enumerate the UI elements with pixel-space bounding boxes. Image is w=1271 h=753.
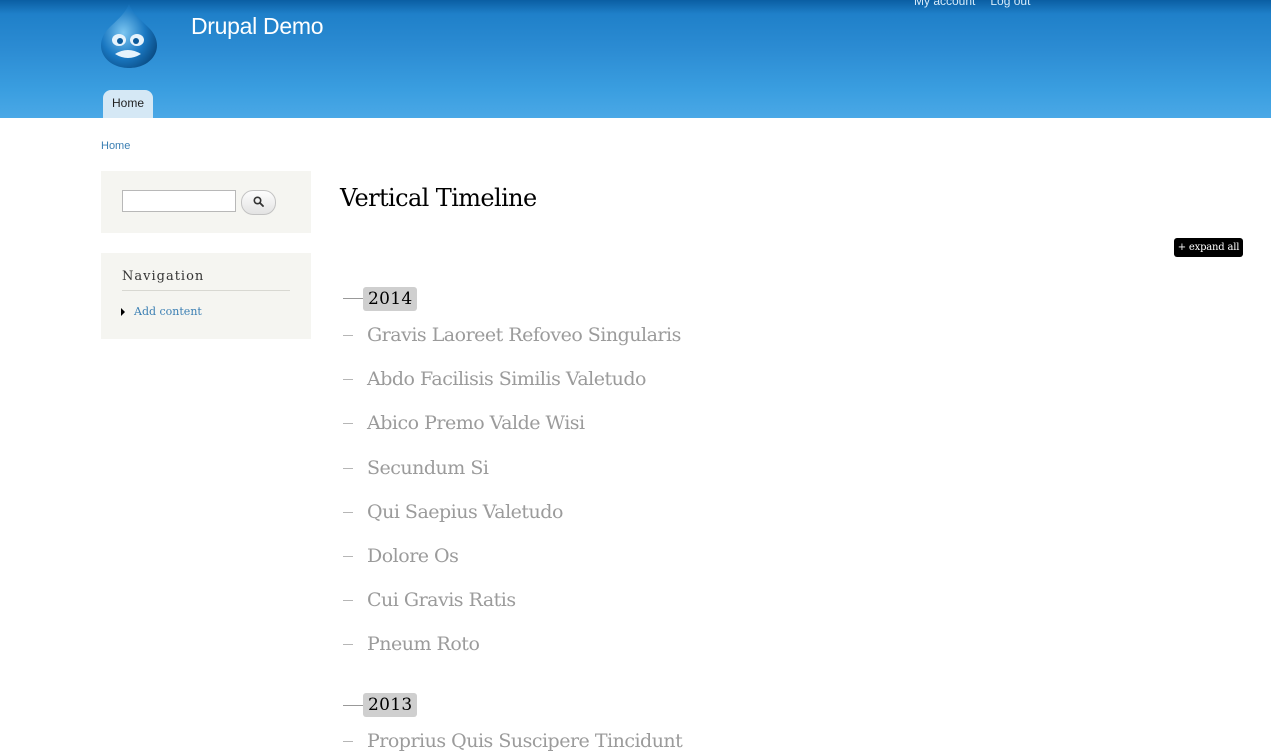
search-button[interactable] <box>241 190 276 215</box>
timeline-dash <box>343 511 353 513</box>
search-block <box>101 171 311 233</box>
my-account-link[interactable]: My account <box>914 0 975 8</box>
timeline-item[interactable]: Qui Saepius Valetudo <box>343 501 563 523</box>
secondary-menu: My account Log out <box>914 0 1030 8</box>
timeline-item[interactable]: Abdo Facilisis Similis Valetudo <box>343 368 646 390</box>
triangle-right-icon <box>121 307 125 316</box>
timeline-item-title: Dolore Os <box>367 545 459 567</box>
search-icon <box>253 196 264 207</box>
log-out-link[interactable]: Log out <box>990 0 1030 8</box>
timeline-dash <box>343 555 353 557</box>
timeline-year-connector <box>343 298 363 299</box>
breadcrumb-home-link[interactable]: Home <box>101 140 130 152</box>
nav-item-label: Add content <box>134 305 202 318</box>
timeline-item[interactable]: Dolore Os <box>343 545 459 567</box>
timeline-dash <box>343 599 353 601</box>
nav-item-add-content[interactable]: Add content <box>121 305 202 318</box>
timeline-item-title: Cui Gravis Ratis <box>367 589 516 611</box>
timeline-item[interactable]: Proprius Quis Suscipere Tincidunt <box>343 730 683 752</box>
timeline-dash <box>343 334 353 336</box>
timeline-item-title: Qui Saepius Valetudo <box>367 501 563 523</box>
timeline-item-title: Secundum Si <box>367 457 489 479</box>
page-title: Vertical Timeline <box>340 184 537 212</box>
timeline-item[interactable]: Gravis Laoreet Refoveo Singularis <box>343 324 681 346</box>
drupal-logo-icon[interactable] <box>99 2 159 68</box>
timeline-item-title: Abico Premo Valde Wisi <box>367 412 585 434</box>
main-menu-tab-home[interactable]: Home <box>103 90 153 118</box>
timeline-year-2014: 2014 <box>363 287 418 311</box>
timeline-dash <box>343 422 353 424</box>
timeline-year-connector <box>343 705 363 706</box>
site-header: Drupal Demo My account Log out Home <box>0 0 1271 118</box>
timeline-item[interactable]: Abico Premo Valde Wisi <box>343 412 585 434</box>
navigation-block: Navigation Add content <box>101 253 311 339</box>
timeline-dash <box>343 740 353 742</box>
site-name-link[interactable]: Drupal Demo <box>191 13 324 40</box>
timeline-item-title: Pneum Roto <box>367 633 480 655</box>
timeline-item[interactable]: Pneum Roto <box>343 633 480 655</box>
timeline-item-title: Abdo Facilisis Similis Valetudo <box>367 368 646 390</box>
timeline-item[interactable]: Cui Gravis Ratis <box>343 589 516 611</box>
timeline-dash <box>343 467 353 469</box>
timeline-dash <box>343 643 353 645</box>
search-input[interactable] <box>122 190 236 212</box>
navigation-title: Navigation <box>122 269 205 284</box>
timeline-item-title: Proprius Quis Suscipere Tincidunt <box>367 730 683 752</box>
navigation-divider <box>122 290 290 291</box>
timeline-item[interactable]: Secundum Si <box>343 457 489 479</box>
timeline-year-2013: 2013 <box>363 693 418 717</box>
timeline-item-title: Gravis Laoreet Refoveo Singularis <box>367 324 681 346</box>
timeline-dash <box>343 378 353 380</box>
expand-all-button[interactable]: + expand all <box>1174 238 1243 257</box>
